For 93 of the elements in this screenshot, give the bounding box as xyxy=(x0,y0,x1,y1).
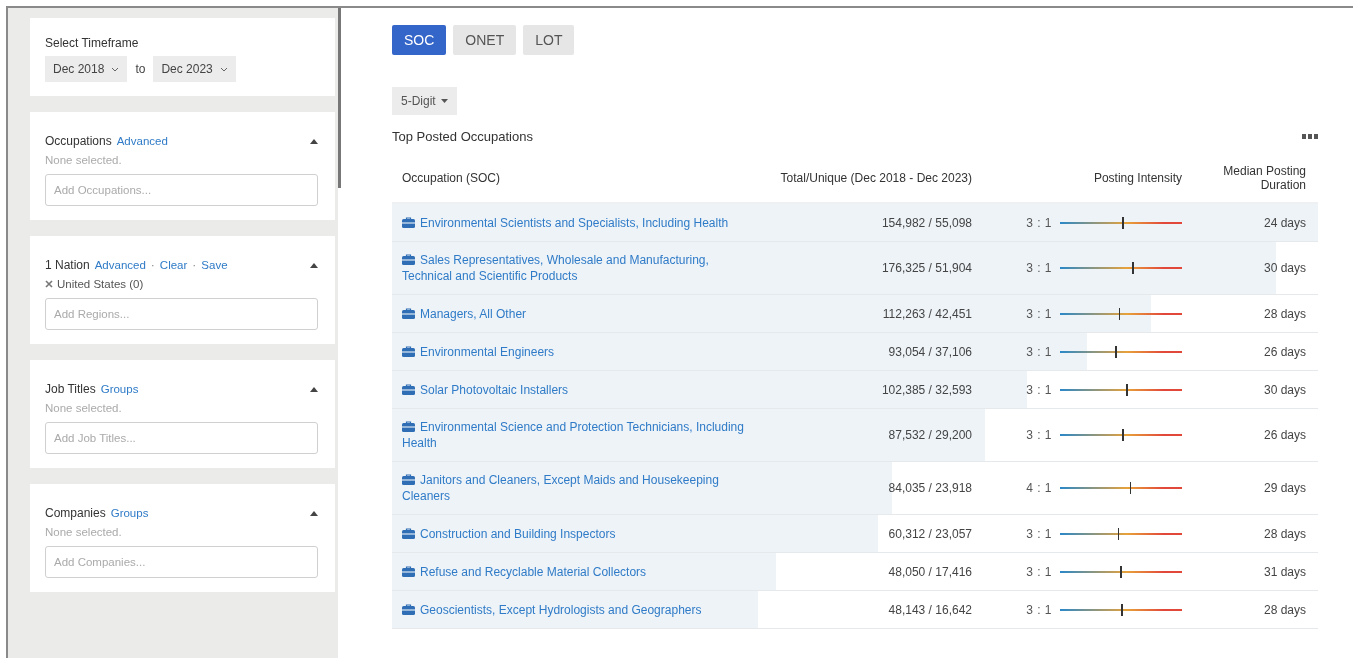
column-header: Median Posting Duration xyxy=(1222,164,1306,192)
filter-link[interactable]: Groups xyxy=(110,507,149,519)
ratio-text: 3 : 1 xyxy=(1026,602,1052,617)
caret-icon xyxy=(440,99,448,103)
classification-tab[interactable]: SOC xyxy=(392,25,447,55)
occupation-link[interactable]: Geoscientists, Except Hydrologists and Geographers xyxy=(402,601,760,618)
occupation-link[interactable]: Environmental Engineers xyxy=(402,343,760,360)
briefcase-icon xyxy=(402,474,415,485)
totals-cell-text: 102,385 / 32,593 xyxy=(880,382,972,397)
occupation-link[interactable]: Solar Photovoltaic Installers xyxy=(402,381,760,398)
column-header: Total/Unique (Dec 2018 - Dec 2023) xyxy=(779,171,972,185)
ratio-text: 3 : 1 xyxy=(1026,382,1052,397)
briefcase-icon xyxy=(402,421,415,432)
briefcase-icon xyxy=(402,216,415,228)
start-date-dropdown[interactable]: Dec 2018 xyxy=(45,56,128,82)
briefcase-icon xyxy=(402,345,415,357)
add-filter-field[interactable]: Add Companies... xyxy=(45,546,318,578)
occupation-link[interactable]: Construction and Building Inspectors xyxy=(402,525,760,542)
filter-title: Job Titles xyxy=(45,382,96,396)
totals-cell-text: 60,312 / 23,057 xyxy=(887,526,972,541)
briefcase-icon xyxy=(402,527,415,539)
none-selected-text: None selected. xyxy=(45,402,123,414)
collapse-caret-icon[interactable] xyxy=(310,262,318,268)
scrollbar[interactable] xyxy=(338,8,341,188)
ratio-text: 3 : 1 xyxy=(1026,215,1052,230)
more-options-icon[interactable] xyxy=(1302,134,1318,139)
duration-cell-text: 28 days xyxy=(1262,526,1306,541)
classification-tab[interactable]: LOT xyxy=(523,25,575,55)
to-label: to xyxy=(135,62,146,76)
occupation-link[interactable]: Refuse and Recyclable Material Collectors xyxy=(402,563,760,580)
classification-tab[interactable]: ONET xyxy=(453,25,517,55)
collapse-caret-icon[interactable] xyxy=(310,138,318,144)
ratio-text: 3 : 1 xyxy=(1026,526,1052,541)
filter-link[interactable]: Save xyxy=(201,259,228,271)
add-filter-field[interactable]: Add Occupations... xyxy=(45,174,318,206)
filter-title: 1 Nation xyxy=(45,258,90,272)
link-separator: · xyxy=(150,258,155,272)
totals-cell-text: 48,050 / 17,416 xyxy=(887,564,972,579)
occupation-link[interactable]: Managers, All Other xyxy=(402,305,760,322)
totals-cell-text: 93,054 / 37,106 xyxy=(887,344,972,359)
totals-cell-text: 87,532 / 29,200 xyxy=(887,428,972,442)
end-date-dropdown[interactable]: Dec 2023 xyxy=(153,56,236,82)
ratio-text: 3 : 1 xyxy=(1026,344,1052,359)
ratio-text: 3 : 1 xyxy=(1026,564,1052,579)
add-filter-field[interactable]: Add Job Titles... xyxy=(45,422,318,454)
duration-cell-text: 26 days xyxy=(1262,344,1306,359)
duration-cell-text: 24 days xyxy=(1262,215,1306,230)
duration-cell-text: 28 days xyxy=(1262,602,1306,617)
duration-cell-text: 28 days xyxy=(1262,306,1306,321)
column-header: Occupation (SOC) xyxy=(402,171,502,185)
ratio-text: 4 : 1 xyxy=(1026,481,1052,495)
chevron-down-icon xyxy=(219,66,228,72)
chevron-down-icon xyxy=(111,66,120,72)
ratio-text: 3 : 1 xyxy=(1026,261,1052,275)
filter-link[interactable]: Groups xyxy=(100,383,139,395)
occupation-link[interactable]: Environmental Scientists and Specialists, Including Health xyxy=(402,214,760,231)
totals-cell-text: 48,143 / 16,642 xyxy=(887,602,972,617)
occupation-link[interactable]: Sales Representatives, Wholesale and Manufacturing, Technical and Scientific Products xyxy=(402,252,760,284)
column-header: Posting Intensity xyxy=(1092,171,1182,185)
collapse-caret-icon[interactable] xyxy=(310,510,318,516)
link-separator: · xyxy=(192,258,197,272)
occupation-link[interactable]: Environmental Science and Protection Technicians, Including Health xyxy=(402,419,760,451)
briefcase-icon xyxy=(402,307,415,319)
digit-level-dropdown[interactable]: 5-Digit xyxy=(392,87,457,115)
filter-link[interactable]: Advanced xyxy=(116,135,168,147)
remove-icon[interactable] xyxy=(45,280,53,288)
totals-cell-text: 84,035 / 23,918 xyxy=(887,481,972,495)
none-selected-text: None selected. xyxy=(45,154,123,166)
briefcase-icon xyxy=(402,565,415,577)
none-selected-text: None selected. xyxy=(45,526,123,538)
briefcase-icon xyxy=(402,254,415,265)
filter-title: Occupations xyxy=(45,134,112,148)
ratio-text: 3 : 1 xyxy=(1026,428,1052,442)
duration-cell-text: 30 days xyxy=(1262,261,1306,275)
briefcase-icon xyxy=(402,603,415,615)
add-filter-field[interactable]: Add Regions... xyxy=(45,298,318,330)
totals-cell-text: 112,263 / 42,451 xyxy=(881,306,972,321)
ratio-text: 3 : 1 xyxy=(1026,306,1052,321)
totals-cell-text: 154,982 / 55,098 xyxy=(880,215,972,230)
collapse-caret-icon[interactable] xyxy=(310,386,318,392)
filter-link[interactable]: Clear xyxy=(159,259,188,271)
filter-title: Companies xyxy=(45,506,106,520)
duration-cell-text: 26 days xyxy=(1262,428,1306,442)
filter-link[interactable]: Advanced xyxy=(94,259,146,271)
selected-region: United States (0) xyxy=(57,278,144,290)
duration-cell-text: 30 days xyxy=(1262,382,1306,397)
duration-cell-text: 29 days xyxy=(1262,481,1306,495)
duration-cell-text: 31 days xyxy=(1262,564,1306,579)
totals-cell-text: 176,325 / 51,904 xyxy=(880,261,972,275)
table-title: Top Posted Occupations xyxy=(392,129,533,144)
briefcase-icon xyxy=(402,383,415,395)
timeframe-label: Select Timeframe xyxy=(45,36,140,50)
occupation-link[interactable]: Janitors and Cleaners, Except Maids and Housekeeping Cleaners xyxy=(402,472,760,504)
